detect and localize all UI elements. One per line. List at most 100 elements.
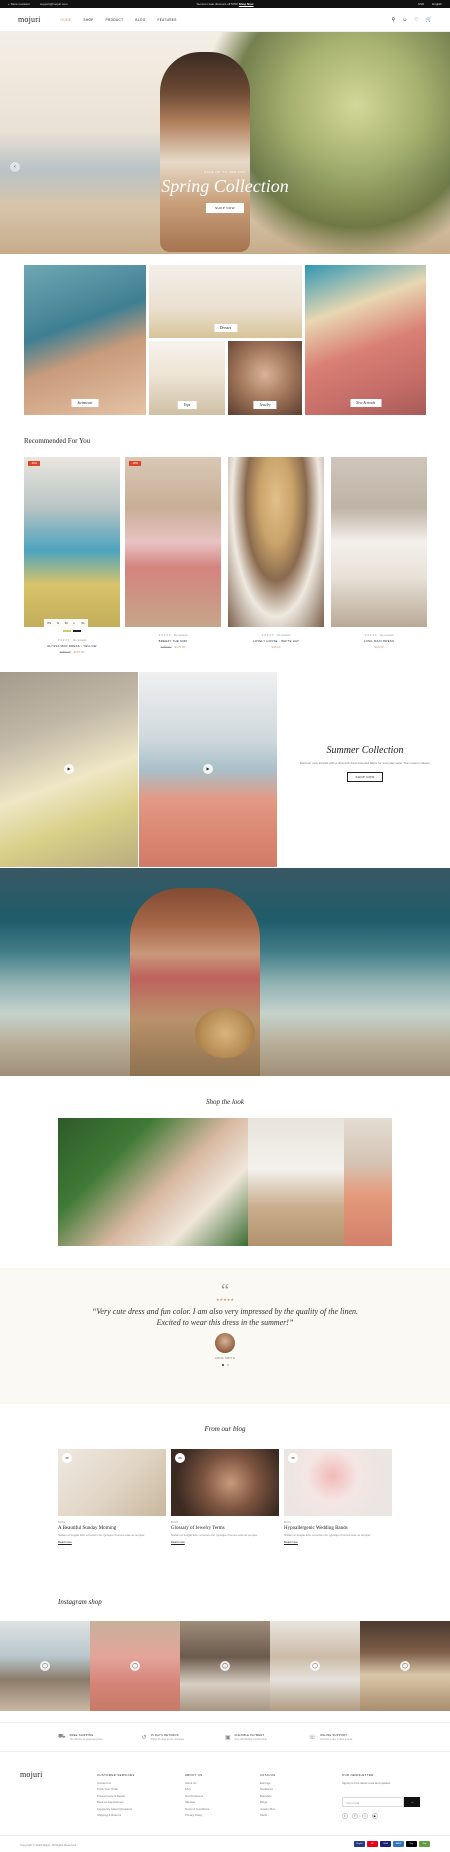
size-option[interactable]: XS <box>44 619 54 627</box>
slider-dot[interactable] <box>221 1364 224 1366</box>
video-play-icon[interactable]: ▶ <box>203 764 213 774</box>
footer-link[interactable]: Terms & Conditions <box>185 1807 209 1811</box>
summer-collection-text: Summer Collection Discover new arrivals … <box>290 745 440 782</box>
nav-blog[interactable]: BLOG <box>135 18 145 22</box>
footer-link[interactable]: Sitemap <box>185 1800 209 1804</box>
read-more-link[interactable]: Read more <box>58 1540 166 1544</box>
blog-category[interactable]: BLOG <box>58 1521 166 1524</box>
instagram-post[interactable]: ◯ <box>360 1621 450 1711</box>
language-select[interactable]: English <box>432 2 442 6</box>
read-more-link[interactable]: Read more <box>284 1540 392 1544</box>
blog-image[interactable]: 08 <box>58 1449 166 1516</box>
facebook-icon[interactable]: f <box>352 1813 358 1819</box>
product-card[interactable]: -30% ★★★★★ No reviews BREEZY THE MIDI $25… <box>125 457 221 649</box>
product-name[interactable]: LONG MAXI DRESS <box>331 639 427 643</box>
currency-select[interactable]: USD <box>418 2 424 6</box>
product-name[interactable]: BREEZY THE MIDI <box>125 639 221 643</box>
size-option[interactable]: M <box>62 619 71 627</box>
nav-product[interactable]: PRODUCT <box>106 18 124 22</box>
instagram-post[interactable]: ◯ <box>0 1621 90 1711</box>
blog-category[interactable]: BLOG <box>284 1521 392 1524</box>
summer-image-left[interactable]: ▶ <box>0 672 138 867</box>
look-image-2[interactable] <box>248 1118 344 1246</box>
blog-card[interactable]: 08 BLOG Hypoallergenic Wedding Bands Nul… <box>284 1449 392 1544</box>
footer-link[interactable]: Studs <box>260 1813 276 1817</box>
look-image-3[interactable] <box>344 1118 392 1246</box>
slider-dot[interactable] <box>226 1364 229 1366</box>
product-image[interactable]: -30% XS S M L XL <box>24 457 120 627</box>
footer-logo[interactable]: mojuri <box>20 1770 43 1779</box>
footer-link[interactable]: Necklaces <box>260 1787 276 1791</box>
newsletter-submit-button[interactable]: → <box>404 1797 420 1807</box>
nav-features[interactable]: FEATURES <box>157 18 176 22</box>
blog-heading: From our blog <box>204 1425 246 1433</box>
nav-home[interactable]: HOME <box>61 18 72 22</box>
product-image[interactable] <box>331 457 427 627</box>
instagram-post[interactable]: ◯ <box>270 1621 360 1711</box>
category-tops[interactable]: Tops <box>149 341 225 415</box>
cart-icon[interactable]: 🛒 <box>426 17 432 23</box>
product-price: $45.00 <box>271 645 281 649</box>
instagram-post[interactable]: ◯ <box>180 1621 270 1711</box>
read-more-link[interactable]: Read more <box>171 1540 279 1544</box>
size-option[interactable]: L <box>71 619 79 627</box>
blog-title[interactable]: Glossary of Jewelry Terms <box>171 1526 279 1531</box>
blog-card[interactable]: 08 BLOG Glossary of Jewelry Terms Nullam… <box>171 1449 279 1544</box>
look-image-1[interactable] <box>58 1118 248 1246</box>
footer-link[interactable]: Frequently Asked Questions <box>97 1807 135 1811</box>
product-card[interactable]: ★★★★★ No reviews LONG MAXI DRESS $60.00 <box>331 457 427 649</box>
blog-image[interactable]: 08 <box>284 1449 392 1516</box>
footer-link[interactable]: Rings <box>260 1800 276 1804</box>
store-location-link[interactable]: + Store Location <box>8 2 30 6</box>
shop-now-link[interactable]: Shop Now <box>239 2 254 6</box>
account-icon[interactable]: ☺ <box>402 17 407 23</box>
footer-link[interactable]: About Us <box>185 1781 209 1785</box>
video-banner[interactable] <box>0 868 450 1076</box>
product-card[interactable]: -30% XS S M L XL ★★★★★ No reviews ALYSSA … <box>24 457 120 654</box>
product-name[interactable]: LOVELY HOUSE - WHITE HAT <box>228 639 324 643</box>
blog-card[interactable]: 08 BLOG A Beautiful Sunday Morning Nulla… <box>58 1449 166 1544</box>
footer-link[interactable]: Our Producers <box>185 1794 209 1798</box>
summer-shop-button[interactable]: SHOP NOW <box>347 772 383 782</box>
category-jewelry[interactable]: Jewelry <box>228 341 302 415</box>
size-option[interactable]: XL <box>78 619 88 627</box>
search-icon[interactable]: ⚲ <box>392 17 396 23</box>
product-image[interactable] <box>228 457 324 627</box>
category-new-arrivals[interactable]: New Arrivals <box>305 265 426 415</box>
category-dresses[interactable]: Dresses <box>149 265 302 338</box>
blog-title[interactable]: A Beautiful Sunday Morning <box>58 1526 166 1531</box>
footer-link[interactable]: Product Care & Repair <box>97 1794 135 1798</box>
footer-link[interactable]: Jewelry Box <box>260 1807 276 1811</box>
product-name[interactable]: ALYSSA MIDI DRESS - YELLOW <box>24 644 120 648</box>
footer-link[interactable]: FAQ <box>185 1787 209 1791</box>
footer-link[interactable]: Book an Appointment <box>97 1800 135 1804</box>
video-play-icon[interactable]: ▶ <box>64 764 74 774</box>
instagram-icon[interactable]: i <box>362 1813 368 1819</box>
newsletter-email-input[interactable]: Your email <box>342 1797 404 1807</box>
swatch[interactable] <box>73 630 81 632</box>
hero-shop-button[interactable]: SHOP NOW <box>206 203 244 213</box>
product-card[interactable]: ★★★★★ No reviews LOVELY HOUSE - WHITE HAT… <box>228 457 324 649</box>
product-image[interactable]: -30% <box>125 457 221 627</box>
footer-link[interactable]: Bracelets <box>260 1794 276 1798</box>
feature-item: ↺ 15 DAYS RETURNS Within 15 days for an e… <box>141 1733 185 1741</box>
footer-link[interactable]: Track Your Order <box>97 1787 135 1791</box>
blog-title[interactable]: Hypoallergenic Wedding Bands <box>284 1526 392 1531</box>
footer-link[interactable]: Earrings <box>260 1781 276 1785</box>
swatch[interactable] <box>63 630 71 632</box>
blog-image[interactable]: 08 <box>171 1449 279 1516</box>
logo[interactable]: mojuri <box>18 15 41 24</box>
footer-link[interactable]: Shipping & Returns <box>97 1813 135 1817</box>
twitter-icon[interactable]: t <box>342 1813 348 1819</box>
nav-shop[interactable]: SHOP <box>83 18 93 22</box>
footer-link[interactable]: Contact Us <box>97 1781 135 1785</box>
youtube-icon[interactable]: ▶ <box>372 1813 378 1819</box>
footer-link[interactable]: Privacy Policy <box>185 1813 209 1817</box>
size-option[interactable]: S <box>54 619 62 627</box>
summer-image-right[interactable]: ▶ <box>139 672 277 867</box>
blog-category[interactable]: BLOG <box>171 1521 279 1524</box>
wishlist-icon[interactable]: ♡ <box>414 17 418 23</box>
email-link[interactable]: support@mojuri.com <box>40 2 68 6</box>
category-swimwear[interactable]: Swimwear <box>24 265 146 415</box>
instagram-post[interactable]: ◯ <box>90 1621 180 1711</box>
